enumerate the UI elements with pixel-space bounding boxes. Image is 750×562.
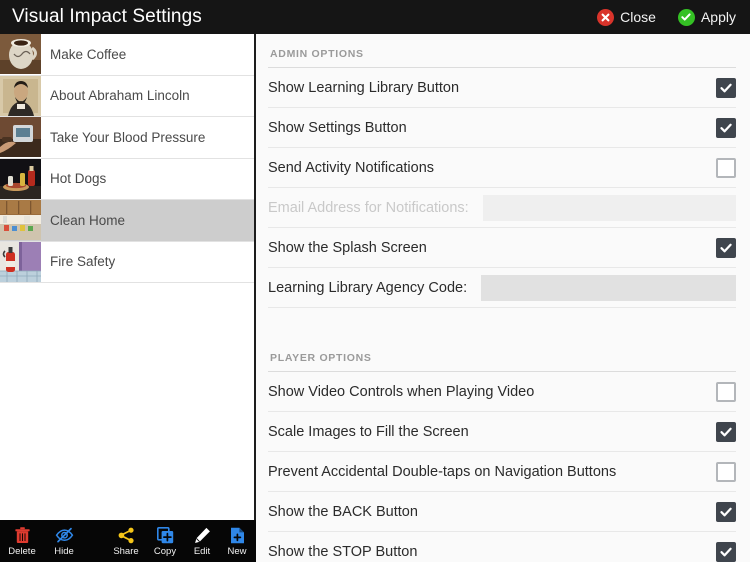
sidebar-item-clean-home[interactable]: Clean Home [0, 200, 254, 242]
setting-row-learning-library-agency-code[interactable]: Learning Library Agency Code: [268, 268, 736, 308]
setting-row-send-activity-notifications[interactable]: Send Activity Notifications [268, 148, 736, 188]
copy-button-label: Copy [153, 545, 177, 557]
checkbox-show-learning-library-button[interactable] [716, 77, 736, 98]
page-title: Visual Impact Settings [12, 6, 202, 27]
blood-pressure-monitor-photo [0, 117, 41, 158]
title-bar-actions: Close Apply [593, 7, 740, 28]
setting-row-show-learning-library-button[interactable]: Show Learning Library Button [268, 68, 736, 108]
admin-options-heading: ADMIN OPTIONS [268, 34, 736, 68]
share-button-label: Share [113, 545, 139, 557]
checkbox-prevent-accidental-double-taps[interactable] [716, 461, 736, 482]
checkbox-show-the-back-button[interactable] [716, 501, 736, 522]
close-circle-icon [597, 8, 615, 26]
close-button[interactable]: Close [593, 7, 660, 28]
checkbox-show-the-stop-button[interactable] [716, 541, 736, 562]
sidebar-item-label: Hot Dogs [50, 171, 107, 187]
lincoln-portrait-photo [0, 75, 41, 116]
settings-panel: ADMIN OPTIONS Show Learning Library Butt… [256, 34, 750, 562]
sidebar-item-hot-dogs[interactable]: Hot Dogs [0, 158, 254, 200]
sidebar-item-make-coffee[interactable]: Make Coffee [0, 34, 254, 76]
checkbox-show-the-splash-screen[interactable] [716, 237, 736, 258]
setting-label: Email Address for Notifications: [268, 199, 469, 216]
fire-extinguisher-photo [0, 241, 41, 282]
sidebar-item-label: Take Your Blood Pressure [50, 129, 206, 145]
sidebar-item-label: Make Coffee [50, 46, 127, 62]
copy-plus-icon [156, 526, 174, 545]
checkbox-show-video-controls[interactable] [716, 381, 736, 402]
share-button[interactable]: Share [106, 526, 146, 557]
window-body: Make Coffee About Abraham Lincoln Take Y… [0, 34, 750, 562]
apply-button-label: Apply [700, 9, 736, 25]
new-button[interactable]: New [220, 526, 254, 557]
setting-label: Show Learning Library Button [268, 79, 460, 96]
setting-row-email-address-for-notifications: Email Address for Notifications: [268, 188, 736, 228]
sidebar-item-label: About Abraham Lincoln [50, 88, 190, 104]
checkbox-show-settings-button[interactable] [716, 117, 736, 138]
setting-label: Learning Library Agency Code: [268, 279, 468, 296]
hide-button[interactable]: Hide [45, 526, 83, 557]
kitchen-photo [0, 200, 41, 241]
hide-button-label: Hide [54, 545, 74, 557]
checkbox-send-activity-notifications[interactable] [716, 157, 736, 178]
setting-label: Prevent Accidental Double-taps on Naviga… [268, 463, 617, 480]
email-address-input[interactable] [482, 194, 736, 221]
setting-label: Show Settings Button [268, 119, 407, 136]
apply-button[interactable]: Apply [674, 7, 740, 28]
new-button-label: New [227, 545, 247, 557]
setting-row-show-the-stop-button[interactable]: Show the STOP Button [268, 532, 736, 562]
setting-row-show-settings-button[interactable]: Show Settings Button [268, 108, 736, 148]
share-icon [118, 526, 135, 545]
setting-label: Show the Splash Screen [268, 239, 427, 256]
setting-label: Show the STOP Button [268, 543, 418, 560]
setting-label: Scale Images to Fill the Screen [268, 423, 469, 440]
pencil-icon [194, 526, 211, 545]
title-bar: Visual Impact Settings Close Apply [0, 0, 750, 34]
settings-window: Visual Impact Settings Close Apply Make … [0, 0, 750, 562]
file-plus-icon [230, 526, 245, 545]
sidebar-item-label: Clean Home [50, 212, 126, 228]
sidebar-item-fire-safety[interactable]: Fire Safety [0, 241, 254, 283]
sidebar-item-take-your-blood-pressure[interactable]: Take Your Blood Pressure [0, 117, 254, 159]
eye-slash-icon [55, 526, 74, 545]
sidebar-item-about-abraham-lincoln[interactable]: About Abraham Lincoln [0, 75, 254, 117]
edit-button[interactable]: Edit [184, 526, 220, 557]
delete-button[interactable]: Delete [4, 526, 40, 557]
agency-code-input[interactable] [481, 274, 736, 301]
player-options-heading: PLAYER OPTIONS [268, 338, 736, 372]
copy-button[interactable]: Copy [146, 526, 184, 557]
sidebar-item-label: Fire Safety [50, 254, 116, 270]
trash-icon [14, 526, 30, 545]
setting-row-show-the-splash-screen[interactable]: Show the Splash Screen [268, 228, 736, 268]
bottom-toolbar: Delete Hide Share Copy Edit New [0, 520, 256, 562]
close-button-label: Close [620, 9, 656, 25]
setting-label: Show the BACK Button [268, 503, 418, 520]
delete-button-label: Delete [8, 545, 36, 557]
checkbox-scale-images-to-fill-the-screen[interactable] [716, 421, 736, 442]
setting-row-scale-images-to-fill-the-screen[interactable]: Scale Images to Fill the Screen [268, 412, 736, 452]
coffee-mug-photo [0, 34, 41, 75]
edit-button-label: Edit [193, 545, 211, 557]
setting-row-prevent-accidental-double-taps[interactable]: Prevent Accidental Double-taps on Naviga… [268, 452, 736, 492]
setting-row-show-video-controls[interactable]: Show Video Controls when Playing Video [268, 372, 736, 412]
setting-row-show-the-back-button[interactable]: Show the BACK Button [268, 492, 736, 532]
check-circle-icon [677, 8, 695, 26]
setting-label: Send Activity Notifications [268, 159, 435, 176]
setting-label: Show Video Controls when Playing Video [268, 383, 535, 400]
activity-list-sidebar: Make Coffee About Abraham Lincoln Take Y… [0, 34, 256, 562]
hot-dogs-photo [0, 158, 41, 199]
